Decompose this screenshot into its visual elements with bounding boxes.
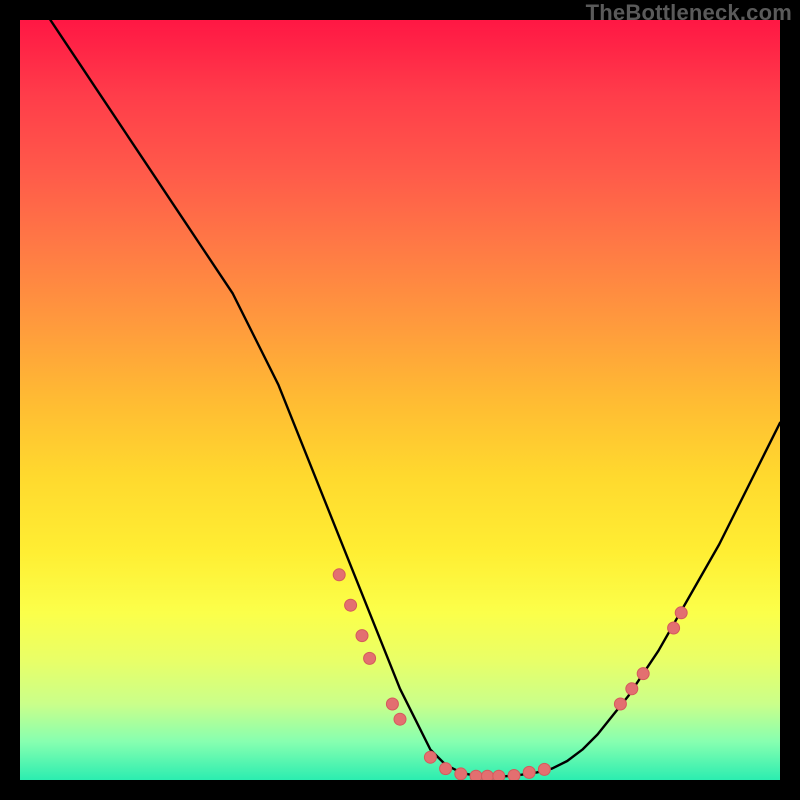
data-dot <box>356 630 368 642</box>
data-dot <box>538 763 550 775</box>
data-dot <box>614 698 626 710</box>
curve-svg <box>20 20 780 780</box>
data-dot <box>455 768 467 780</box>
plot-area <box>20 20 780 780</box>
data-dots <box>333 569 687 780</box>
data-dot <box>364 652 376 664</box>
data-dot <box>668 622 680 634</box>
data-dot <box>470 770 482 780</box>
data-dot <box>424 751 436 763</box>
data-dot <box>394 713 406 725</box>
data-dot <box>481 770 493 780</box>
bottleneck-curve <box>50 20 780 776</box>
data-dot <box>508 769 520 780</box>
data-dot <box>345 599 357 611</box>
data-dot <box>333 569 345 581</box>
data-dot <box>440 763 452 775</box>
data-dot <box>386 698 398 710</box>
stage: TheBottleneck.com <box>0 0 800 800</box>
data-dot <box>626 683 638 695</box>
data-dot <box>523 766 535 778</box>
data-dot <box>493 770 505 780</box>
data-dot <box>637 668 649 680</box>
data-dot <box>675 607 687 619</box>
